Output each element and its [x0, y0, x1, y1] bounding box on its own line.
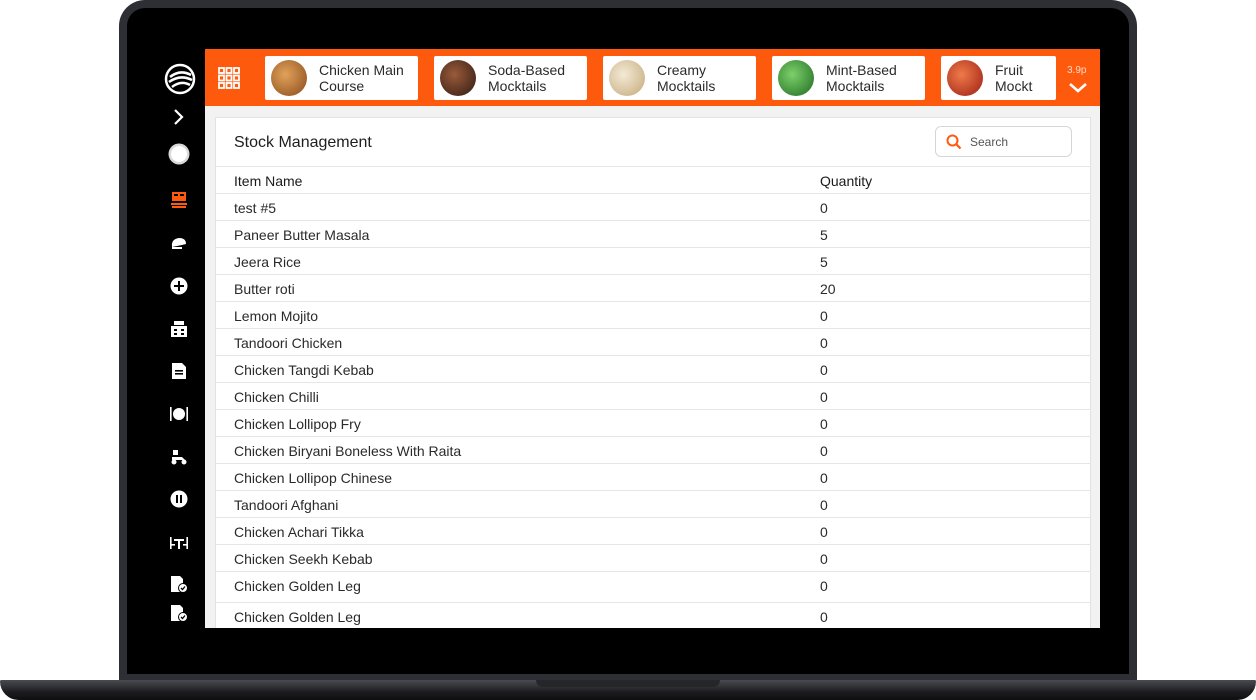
item-quantity: 0: [820, 578, 828, 594]
item-name: Butter roti: [234, 281, 295, 297]
stock-icon[interactable]: [166, 187, 192, 213]
delivery-icon[interactable]: [166, 444, 192, 470]
item-name: Chicken Biryani Boneless With Raita: [234, 443, 462, 459]
category-thumbnail: [778, 60, 814, 96]
item-quantity: 0: [820, 416, 828, 432]
item-quantity: 0: [820, 524, 828, 540]
table-row[interactable]: Paneer Butter Masala 5: [216, 220, 1090, 247]
item-name: test #5: [234, 200, 277, 216]
category-label: Fruit Mockt: [995, 62, 1033, 94]
report-check-icon[interactable]: [166, 571, 192, 597]
category-soda-based-mocktails[interactable]: Soda-Based Mocktails: [434, 56, 587, 100]
item-name: Chicken Seekh Kebab: [234, 551, 373, 567]
category-mint-based-mocktails[interactable]: Mint-Based Mocktails: [772, 56, 925, 100]
table-row[interactable]: Chicken Tangdi Kebab 0: [216, 355, 1090, 382]
chevron-down-icon[interactable]: [1067, 81, 1089, 95]
item-name: Chicken Chilli: [234, 389, 319, 405]
category-fruit-mocktails[interactable]: Fruit Mockt: [941, 56, 1056, 100]
item-quantity: 0: [820, 551, 828, 567]
category-creamy-mocktails[interactable]: Creamy Mocktails: [603, 56, 756, 100]
column-header-quantity[interactable]: Quantity: [820, 173, 872, 189]
version-label: 3.9p: [1067, 65, 1087, 76]
item-quantity: 5: [820, 227, 828, 243]
item-quantity: 5: [820, 254, 828, 270]
item-quantity: 0: [820, 308, 828, 324]
table-row[interactable]: Chicken Seekh Kebab 0: [216, 544, 1090, 571]
search-input[interactable]: [970, 134, 1060, 149]
category-label: Chicken Main Course: [319, 62, 404, 94]
table-row[interactable]: Butter roti 20: [216, 274, 1090, 301]
category-chicken-main-course[interactable]: Chicken Main Course: [265, 56, 418, 100]
item-name: Chicken Lollipop Chinese: [234, 470, 392, 486]
column-header-item-name[interactable]: Item Name: [234, 173, 302, 189]
table-row[interactable]: Tandoori Chicken 0: [216, 328, 1090, 355]
item-name: Chicken Lollipop Fry: [234, 416, 361, 432]
category-bar: Chicken Main Course Soda-Based Mocktails…: [205, 49, 1100, 106]
search-box[interactable]: [935, 126, 1072, 157]
laptop-notch: [536, 680, 720, 687]
item-quantity: 0: [820, 200, 828, 216]
item-name: Tandoori Chicken: [234, 335, 343, 351]
category-label: Soda-Based Mocktails: [488, 62, 566, 94]
item-name: Chicken Golden Leg: [234, 578, 361, 594]
category-thumbnail: [947, 60, 983, 96]
logo-icon[interactable]: [164, 63, 196, 95]
stock-table: Item Name Quantity test #5 0 Paneer Butte…: [216, 166, 1090, 628]
stock-management-panel: Stock Management Item Name Quantity test…: [215, 117, 1091, 628]
item-name: Lemon Mojito: [234, 308, 319, 324]
item-quantity: 0: [820, 470, 828, 486]
item-quantity: 0: [820, 609, 828, 625]
item-quantity: 20: [820, 281, 836, 297]
item-name: Tandoori Afghani: [234, 497, 339, 513]
category-thumbnail: [271, 60, 307, 96]
pause-icon[interactable]: [166, 486, 192, 512]
category-thumbnail: [609, 60, 645, 96]
dining-icon[interactable]: [166, 401, 192, 427]
category-label: Mint-Based Mocktails: [826, 62, 897, 94]
category-thumbnail: [440, 60, 476, 96]
category-label: Creamy Mocktails: [657, 62, 716, 94]
item-quantity: 0: [820, 362, 828, 378]
grid-icon[interactable]: [218, 67, 240, 89]
report-check-icon[interactable]: [166, 600, 192, 626]
chef-hat-icon[interactable]: [166, 230, 192, 256]
table-row[interactable]: Chicken Biryani Boneless With Raita 0: [216, 436, 1090, 463]
table-row[interactable]: Chicken Lollipop Fry 0: [216, 409, 1090, 436]
item-name: Chicken Tangdi Kebab: [234, 362, 374, 378]
item-name: Jeera Rice: [234, 254, 301, 270]
item-quantity: 0: [820, 443, 828, 459]
add-icon[interactable]: [166, 273, 192, 299]
chevron-right-icon[interactable]: [166, 104, 192, 130]
document-icon[interactable]: [166, 358, 192, 384]
app-screen: Chicken Main Course Soda-Based Mocktails…: [155, 49, 1100, 628]
item-quantity: 0: [820, 389, 828, 405]
table-row[interactable]: Chicken Golden Leg 0: [216, 571, 1090, 598]
tables-icon[interactable]: [166, 529, 192, 555]
table-header: Item Name Quantity: [216, 166, 1090, 193]
table-row[interactable]: Lemon Mojito 0: [216, 301, 1090, 328]
table-row[interactable]: Chicken Golden Leg 0: [216, 602, 1090, 628]
item-name: Chicken Achari Tikka: [234, 524, 364, 540]
item-quantity: 0: [820, 335, 828, 351]
item-name: Chicken Golden Leg: [234, 609, 361, 625]
page-title: Stock Management: [234, 134, 372, 151]
item-name: Paneer Butter Masala: [234, 227, 370, 243]
table-row[interactable]: Tandoori Afghani 0: [216, 490, 1090, 517]
inventory-icon[interactable]: [166, 316, 192, 342]
table-row[interactable]: Chicken Achari Tikka 0: [216, 517, 1090, 544]
table-row[interactable]: Chicken Lollipop Chinese 0: [216, 463, 1090, 490]
search-icon: [946, 134, 962, 149]
sidebar: [155, 49, 205, 628]
table-row[interactable]: Chicken Chilli 0: [216, 382, 1090, 409]
avatar[interactable]: [166, 141, 192, 167]
item-quantity: 0: [820, 497, 828, 513]
table-row[interactable]: test #5 0: [216, 193, 1090, 220]
table-row[interactable]: Jeera Rice 5: [216, 247, 1090, 274]
